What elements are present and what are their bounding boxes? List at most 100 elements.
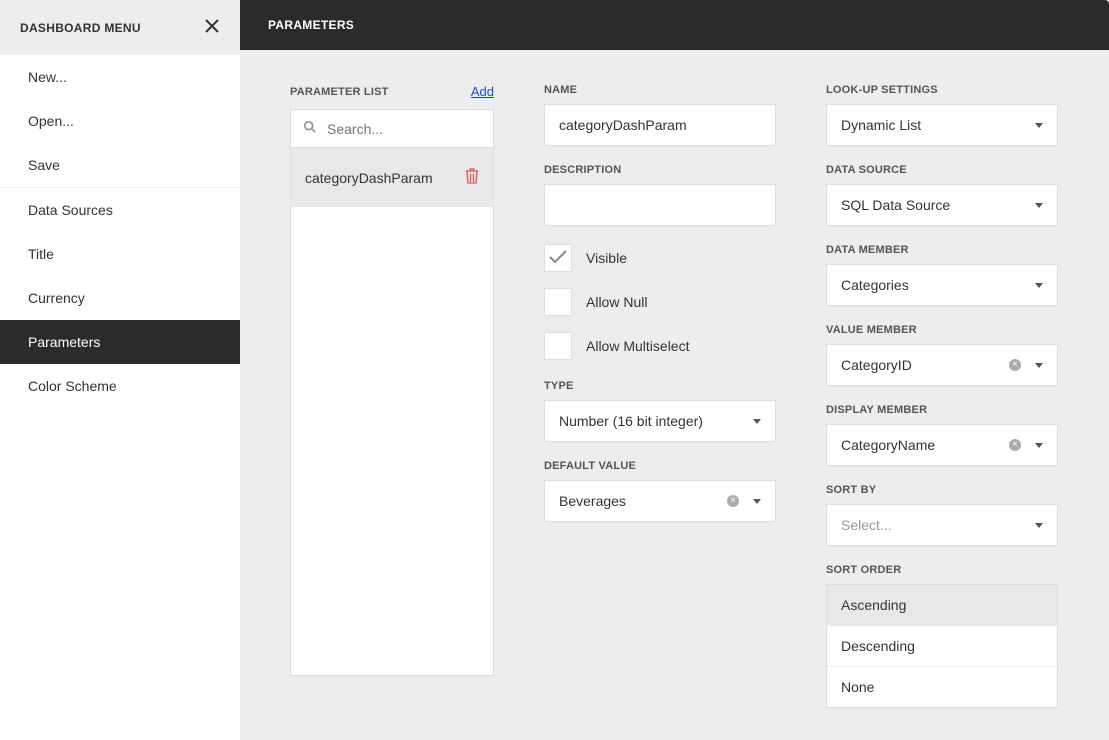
type-field: TYPE Number (16 bit integer) [544, 380, 776, 442]
menu-item-data-sources[interactable]: Data Sources [0, 188, 240, 232]
lookup-settings-value: Dynamic List [841, 117, 921, 133]
param-list-label: PARAMETER LIST [290, 86, 389, 98]
chevron-down-icon [753, 419, 761, 424]
display-member-dropdown[interactable]: CategoryName [826, 424, 1058, 466]
name-label: NAME [544, 84, 776, 96]
chevron-down-icon [1035, 363, 1043, 368]
main: PARAMETERS PARAMETER LIST Add categoryDa… [240, 0, 1109, 740]
clear-icon[interactable] [727, 495, 739, 507]
display-member-label: DISPLAY MEMBER [826, 404, 1058, 416]
param-list-header: PARAMETER LIST Add [290, 84, 494, 99]
sort-order-label: SORT ORDER [826, 564, 1058, 576]
chevron-down-icon [753, 499, 761, 504]
dropdown-icons [727, 495, 761, 507]
description-field: DESCRIPTION [544, 164, 776, 226]
chevron-down-icon [1035, 283, 1043, 288]
lookup-settings-dropdown[interactable]: Dynamic List [826, 104, 1058, 146]
param-item-categoryDashParam[interactable]: categoryDashParam [291, 148, 493, 207]
sort-by-placeholder: Select... [841, 517, 892, 533]
data-source-label: DATA SOURCE [826, 164, 1058, 176]
allow-null-label: Allow Null [586, 294, 647, 310]
sidebar-title: DASHBOARD MENU [20, 21, 141, 35]
dropdown-icons [1009, 439, 1043, 451]
description-input[interactable] [544, 184, 776, 226]
allow-multi-row: Allow Multiselect [544, 332, 776, 360]
topbar-title: PARAMETERS [268, 18, 354, 32]
value-member-label: VALUE MEMBER [826, 324, 1058, 336]
sort-by-dropdown[interactable]: Select... [826, 504, 1058, 546]
visible-checkbox[interactable] [544, 244, 572, 272]
search-icon [303, 120, 317, 137]
data-member-value: Categories [841, 277, 909, 293]
sort-order-list: Ascending Descending None [826, 584, 1058, 708]
chevron-down-icon [1035, 203, 1043, 208]
allow-multi-label: Allow Multiselect [586, 338, 689, 354]
search-box[interactable] [290, 109, 494, 148]
check-icon [549, 250, 567, 267]
allow-multi-checkbox[interactable] [544, 332, 572, 360]
sort-order-ascending[interactable]: Ascending [827, 585, 1057, 625]
sort-order-descending[interactable]: Descending [827, 625, 1057, 666]
value-member-dropdown[interactable]: CategoryID [826, 344, 1058, 386]
menu-item-new[interactable]: New... [0, 55, 240, 99]
content: PARAMETER LIST Add categoryDashParam [240, 50, 1109, 740]
default-value-label: DEFAULT VALUE [544, 460, 776, 472]
sort-order-field: SORT ORDER Ascending Descending None [826, 564, 1058, 708]
value-member-field: VALUE MEMBER CategoryID [826, 324, 1058, 386]
data-member-dropdown[interactable]: Categories [826, 264, 1058, 306]
param-item-label: categoryDashParam [305, 170, 433, 186]
default-value-field: DEFAULT VALUE Beverages [544, 460, 776, 522]
data-member-field: DATA MEMBER Categories [826, 244, 1058, 306]
clear-icon[interactable] [1009, 439, 1021, 451]
sort-order-none[interactable]: None [827, 666, 1057, 707]
add-parameter-link[interactable]: Add [471, 84, 494, 99]
form-col-middle: NAME DESCRIPTION Visible [544, 84, 776, 706]
sidebar: DASHBOARD MENU New... Open... Save Data … [0, 0, 240, 740]
sidebar-header: DASHBOARD MENU [0, 0, 240, 55]
topbar: PARAMETERS [240, 0, 1109, 50]
dropdown-icons [1035, 283, 1043, 288]
type-label: TYPE [544, 380, 776, 392]
lookup-settings-field: LOOK-UP SETTINGS Dynamic List [826, 84, 1058, 146]
chevron-down-icon [1035, 443, 1043, 448]
visible-label: Visible [586, 250, 627, 266]
search-input[interactable] [327, 121, 481, 137]
param-list: categoryDashParam [290, 148, 494, 676]
allow-null-row: Allow Null [544, 288, 776, 316]
dropdown-icons [1009, 359, 1043, 371]
chevron-down-icon [1035, 523, 1043, 528]
data-source-dropdown[interactable]: SQL Data Source [826, 184, 1058, 226]
value-member-value: CategoryID [841, 357, 912, 373]
data-source-field: DATA SOURCE SQL Data Source [826, 164, 1058, 226]
type-value: Number (16 bit integer) [559, 413, 703, 429]
sort-by-field: SORT BY Select... [826, 484, 1058, 546]
sort-by-label: SORT BY [826, 484, 1058, 496]
allow-null-checkbox[interactable] [544, 288, 572, 316]
menu-item-open[interactable]: Open... [0, 99, 240, 143]
menu-item-parameters[interactable]: Parameters [0, 320, 240, 364]
parameter-list-panel: PARAMETER LIST Add categoryDashParam [290, 84, 494, 706]
display-member-field: DISPLAY MEMBER CategoryName [826, 404, 1058, 466]
data-source-value: SQL Data Source [841, 197, 950, 213]
type-dropdown[interactable]: Number (16 bit integer) [544, 400, 776, 442]
name-input[interactable] [544, 104, 776, 146]
name-field: NAME [544, 84, 776, 146]
dropdown-icons [1035, 523, 1043, 528]
trash-icon[interactable] [465, 168, 479, 187]
lookup-settings-label: LOOK-UP SETTINGS [826, 84, 1058, 96]
chevron-down-icon [1035, 123, 1043, 128]
menu-item-title[interactable]: Title [0, 232, 240, 276]
close-icon[interactable] [204, 18, 220, 37]
dropdown-icons [1035, 203, 1043, 208]
form-col-right: LOOK-UP SETTINGS Dynamic List DATA SOURC… [826, 84, 1058, 706]
clear-icon[interactable] [1009, 359, 1021, 371]
menu-item-save[interactable]: Save [0, 143, 240, 187]
menu-item-color-scheme[interactable]: Color Scheme [0, 364, 240, 408]
display-member-value: CategoryName [841, 437, 935, 453]
data-member-label: DATA MEMBER [826, 244, 1058, 256]
default-value-dropdown[interactable]: Beverages [544, 480, 776, 522]
description-label: DESCRIPTION [544, 164, 776, 176]
dropdown-icons [753, 419, 761, 424]
menu-item-currency[interactable]: Currency [0, 276, 240, 320]
app-root: DASHBOARD MENU New... Open... Save Data … [0, 0, 1109, 740]
